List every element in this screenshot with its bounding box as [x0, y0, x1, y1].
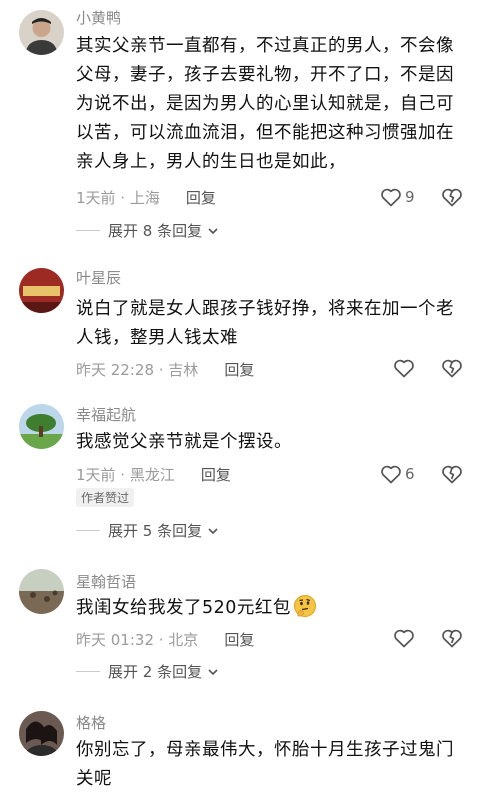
chevron-down-icon	[208, 227, 218, 234]
comment-text-line: 你别忘了，母亲最伟大，怀胎十月生孩子过鬼门	[76, 740, 454, 760]
expand-replies-button[interactable]: 展开 8 条回复	[76, 220, 220, 241]
chevron-down-icon	[208, 668, 218, 675]
comment-meta: 昨天 01:32 · 北京 回复	[76, 629, 254, 650]
like-button[interactable]: 9	[379, 185, 415, 209]
like-button[interactable]	[392, 626, 416, 650]
comment-text: 我感觉父亲节就是个摆设。	[76, 428, 466, 457]
expand-replies-label: 展开 5 条回复	[108, 522, 203, 540]
chevron-down-icon	[208, 527, 218, 534]
broken-heart-icon	[442, 359, 462, 378]
comment-meta: 1天前 · 上海 回复	[76, 187, 216, 208]
time-location: 1天前 · 上海	[76, 189, 160, 207]
like-count: 6	[405, 465, 415, 483]
comment-text-line: 亲人身上，男人的生日也是如此，	[76, 152, 346, 172]
divider	[76, 230, 100, 231]
expand-replies-button[interactable]: 展开 5 条回复	[76, 520, 220, 541]
avatar[interactable]	[19, 268, 64, 313]
comment-text: 我闺女给我发了520元红包	[76, 594, 466, 623]
comment-text-line: 人钱，整男人钱太难	[76, 328, 238, 348]
avatar[interactable]	[19, 711, 64, 756]
expand-replies-button[interactable]: 展开 2 条回复	[76, 661, 220, 682]
username[interactable]: 叶星辰	[76, 267, 121, 288]
like-button[interactable]	[392, 356, 416, 380]
comment-text-line: 我感觉父亲节就是个摆设。	[76, 432, 292, 452]
username[interactable]: 幸福起航	[76, 404, 136, 425]
dislike-button[interactable]	[440, 462, 464, 490]
divider	[76, 530, 100, 531]
avatar[interactable]	[19, 569, 64, 614]
thinking-face-emoji	[293, 595, 316, 617]
username[interactable]: 小黄鸭	[76, 7, 121, 28]
broken-heart-icon	[442, 629, 462, 648]
username[interactable]: 星翰哲语	[76, 571, 136, 592]
dislike-button[interactable]	[440, 185, 464, 213]
comment-text-line: 以苦，可以流血流泪，但不能把这种习惯强加在	[76, 123, 454, 143]
comment-text-line: 为说不出，是因为男人的心里认知就是，自己可	[76, 94, 454, 114]
expand-replies-label: 展开 8 条回复	[108, 222, 203, 240]
author-liked-badge: 作者赞过	[76, 488, 135, 507]
heart-outline-icon	[394, 359, 414, 378]
time-location: 1天前 · 黑龙江	[76, 466, 175, 484]
heart-outline-icon	[381, 188, 401, 207]
comment-text: 说白了就是女人跟孩子钱好挣，将来在加一个老 人钱，整男人钱太难	[76, 295, 466, 353]
divider	[76, 671, 100, 672]
time-location: 昨天 01:32 · 北京	[76, 631, 199, 649]
reply-button[interactable]: 回复	[186, 189, 216, 207]
comment-text-line: 我闺女给我发了520元红包	[76, 598, 291, 618]
broken-heart-icon	[442, 465, 462, 484]
like-count: 9	[405, 188, 415, 206]
dislike-button[interactable]	[440, 626, 464, 654]
comment-meta: 昨天 22:28 · 吉林 回复	[76, 359, 254, 380]
reply-button[interactable]: 回复	[224, 361, 254, 379]
heart-outline-icon	[394, 629, 414, 648]
comment-text-line: 其实父亲节一直都有，不过真正的男人，不会像	[76, 36, 454, 56]
comment-text-line: 说白了就是女人跟孩子钱好挣，将来在加一个老	[76, 299, 454, 319]
expand-replies-label: 展开 2 条回复	[108, 663, 203, 681]
dislike-button[interactable]	[440, 356, 464, 384]
reply-button[interactable]: 回复	[201, 466, 231, 484]
comment-text-line: 父母，妻子，孩子去要礼物，开不了口，不是因	[76, 65, 454, 85]
like-button[interactable]: 6	[379, 462, 415, 486]
broken-heart-icon	[442, 188, 462, 207]
comment-text-line: 关呢	[76, 769, 112, 789]
reply-button[interactable]: 回复	[224, 631, 254, 649]
comment-text: 你别忘了，母亲最伟大，怀胎十月生孩子过鬼门 关呢	[76, 736, 466, 794]
time-location: 昨天 22:28 · 吉林	[76, 361, 199, 379]
comment-text: 其实父亲节一直都有，不过真正的男人，不会像 父母，妻子，孩子去要礼物，开不了口，…	[76, 32, 466, 177]
avatar[interactable]	[19, 404, 64, 449]
comment-meta: 1天前 · 黑龙江 回复	[76, 464, 231, 485]
username[interactable]: 格格	[76, 712, 106, 733]
avatar[interactable]	[19, 10, 64, 55]
heart-outline-icon	[381, 465, 401, 484]
